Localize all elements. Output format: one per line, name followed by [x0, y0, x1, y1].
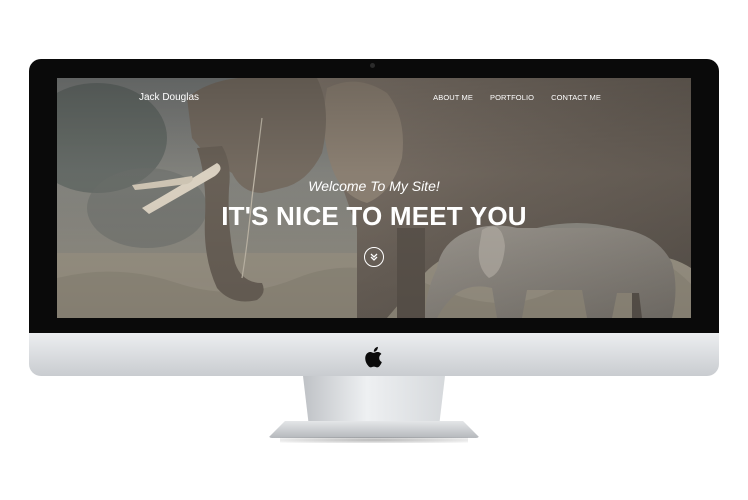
nav-contact-me[interactable]: Contact Me [551, 93, 601, 102]
hero-overlay [57, 78, 691, 318]
site-nav: About Me Portfolio Contact Me [433, 93, 601, 102]
imac-stand-neck [303, 376, 445, 424]
apple-logo-icon [365, 346, 382, 368]
imac-stand-base [268, 421, 480, 438]
nav-about-me[interactable]: About Me [433, 93, 473, 102]
nav-portfolio[interactable]: Portfolio [490, 93, 534, 102]
website-screen: Jack Douglas About Me Portfolio Contact … [57, 78, 691, 318]
hero-title: IT'S NICE TO MEET YOU [221, 201, 527, 231]
chevron-down-icon [370, 253, 378, 261]
imac-stand-shadow [280, 437, 468, 443]
camera-dot [370, 63, 375, 68]
hero-subtitle: Welcome To My Site! [308, 178, 440, 194]
site-brand[interactable]: Jack Douglas [139, 92, 199, 103]
scroll-down-button[interactable] [364, 247, 384, 267]
